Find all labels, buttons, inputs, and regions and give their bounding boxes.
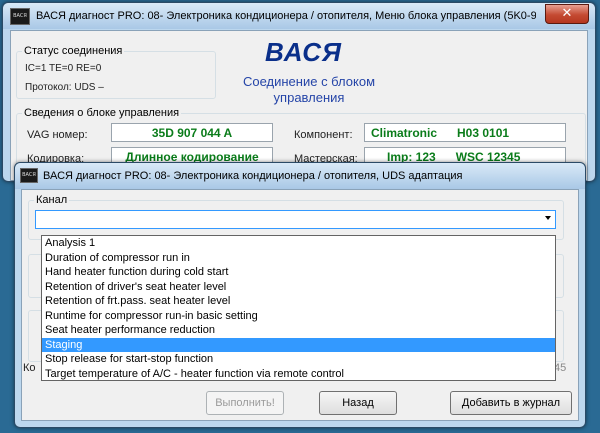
component-value: Climatronic H03 0101 [364, 123, 566, 142]
vag-number-value: 35D 907 044 A [111, 123, 273, 142]
brand-subtitle: Соединение с блоком управления [242, 74, 376, 105]
dialog-titlebar[interactable]: ВАСЯ ВАСЯ диагност PRO: 08- Электроника … [15, 163, 585, 189]
channel-option[interactable]: Hand heater function during cold start [42, 265, 555, 280]
channel-option[interactable]: Stop release for start-stop function [42, 352, 555, 367]
back-button[interactable]: Назад [319, 391, 397, 415]
channel-option[interactable]: Retention of frt.pass. seat heater level [42, 294, 555, 309]
channel-option[interactable]: Seat heater performance reduction [42, 323, 555, 338]
vag-number-label: VAG номер: [27, 129, 88, 141]
connection-status-line1: IC=1 TE=0 RE=0 [25, 63, 102, 74]
channel-option[interactable]: Runtime for compressor run-in basic sett… [42, 309, 555, 324]
channel-option[interactable]: Analysis 1 [42, 236, 555, 251]
connection-protocol-line: Протокол: UDS – [25, 82, 104, 93]
dialog-title: ВАСЯ диагност PRO: 08- Электроника конди… [43, 170, 463, 182]
main-titlebar[interactable]: ВАСЯ ВАСЯ диагност PRO: 08- Электроника … [3, 3, 595, 29]
channel-legend: Канал [36, 194, 68, 206]
dialog-app-logo-icon: ВАСЯ [20, 168, 38, 183]
channel-option[interactable]: Target temperature of A/C - heater funct… [42, 367, 555, 382]
hidden-label-peek: Ко [23, 362, 36, 374]
component-label: Компонент: [294, 129, 353, 141]
main-window: ВАСЯ ВАСЯ диагност PRO: 08- Электроника … [2, 2, 596, 209]
app-logo-icon: ВАСЯ [10, 8, 30, 25]
main-close-button[interactable]: ✕ [545, 4, 589, 24]
channel-dropdown-list[interactable]: Analysis 1 Duration of compressor run in… [41, 235, 556, 381]
main-client-area: Статус соединения IC=1 TE=0 RE=0 Протоко… [10, 30, 588, 209]
channel-option[interactable]: Retention of driver's seat heater level [42, 280, 555, 295]
channel-option[interactable]: Duration of compressor run in [42, 251, 555, 266]
add-to-log-button[interactable]: Добавить в журнал [450, 391, 572, 415]
execute-button[interactable]: Выполнить! [206, 391, 284, 415]
control-unit-info-legend: Сведения о блоке управления [24, 107, 180, 119]
connection-status-legend: Статус соединения [24, 45, 123, 57]
chevron-down-icon[interactable] [545, 216, 551, 220]
main-window-title: ВАСЯ диагност PRO: 08- Электроника конди… [36, 10, 536, 22]
channel-option-selected[interactable]: Staging [42, 337, 555, 352]
brand-title: ВАСЯ [265, 37, 342, 67]
channel-combobox[interactable] [35, 210, 556, 229]
